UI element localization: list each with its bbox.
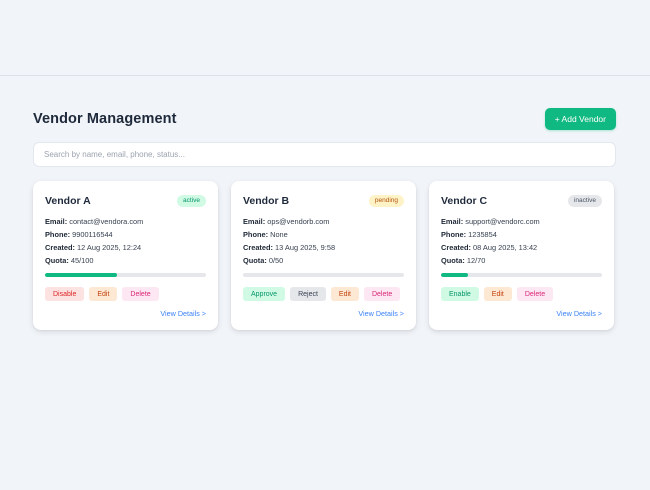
created-row: Created: 13 Aug 2025, 9:58 — [243, 241, 404, 254]
quota-progress-fill — [441, 273, 469, 277]
edit-button[interactable]: Edit — [483, 287, 512, 301]
vendor-info: Email: support@vendorc.com Phone: 123585… — [441, 215, 602, 267]
phone-row: Phone: 1235854 — [441, 228, 602, 241]
created-label: Created: — [243, 243, 273, 252]
disable-button[interactable]: Disable — [45, 287, 85, 301]
created-value: 08 Aug 2025, 13:42 — [473, 243, 538, 252]
quota-value: 12/70 — [466, 256, 486, 265]
quota-row: Quota: 12/70 — [441, 254, 602, 267]
vendor-card-header: Vendor C inactive — [441, 194, 602, 208]
vendor-card-list: Vendor A active Email: contact@vendora.c… — [33, 181, 616, 330]
quota-row: Quota: 45/100 — [45, 254, 206, 267]
add-vendor-button[interactable]: + Add Vendor — [544, 108, 616, 130]
quota-label: Quota: — [45, 256, 69, 265]
phone-label: Phone: — [45, 230, 71, 239]
quota-progress-bar — [441, 273, 602, 277]
edit-button[interactable]: Edit — [330, 287, 359, 301]
created-label: Created: — [45, 243, 75, 252]
status-badge: pending — [368, 195, 404, 207]
email-label: Email: — [441, 217, 464, 226]
phone-row: Phone: None — [243, 228, 404, 241]
created-value: 12 Aug 2025, 12:24 — [77, 243, 142, 252]
status-badge: active — [177, 195, 206, 207]
quota-row: Quota: 0/50 — [243, 254, 404, 267]
vendor-card: Vendor A active Email: contact@vendora.c… — [33, 181, 218, 330]
email-row: Email: ops@vendorb.com — [243, 215, 404, 228]
created-row: Created: 12 Aug 2025, 12:24 — [45, 241, 206, 254]
delete-button[interactable]: Delete — [516, 287, 554, 301]
page-header: Vendor Management + Add Vendor — [33, 108, 616, 130]
email-row: Email: support@vendorc.com — [441, 215, 602, 228]
email-label: Email: — [45, 217, 68, 226]
quota-progress-bar — [45, 273, 206, 277]
reject-button[interactable]: Reject — [290, 287, 326, 301]
phone-value: 9900116544 — [72, 230, 113, 239]
created-row: Created: 08 Aug 2025, 13:42 — [441, 241, 602, 254]
page-title: Vendor Management — [33, 111, 177, 127]
vendor-name: Vendor A — [45, 195, 91, 207]
vendor-info: Email: ops@vendorb.com Phone: None Creat… — [243, 215, 404, 267]
view-details-link[interactable]: View Details > — [556, 309, 602, 318]
quota-value: 0/50 — [268, 256, 284, 265]
email-value: contact@vendora.com — [69, 217, 144, 226]
vendor-card: Vendor C inactive Email: support@vendorc… — [429, 181, 614, 330]
email-value: ops@vendorb.com — [267, 217, 330, 226]
enable-button[interactable]: Enable — [441, 287, 479, 301]
quota-value: 45/100 — [70, 256, 94, 265]
phone-label: Phone: — [441, 230, 467, 239]
phone-label: Phone: — [243, 230, 269, 239]
delete-button[interactable]: Delete — [363, 287, 401, 301]
phone-row: Phone: 9900116544 — [45, 228, 206, 241]
top-bar — [0, 0, 650, 76]
quota-progress-fill — [45, 273, 118, 277]
vendor-actions: Approve Reject Edit Delete — [243, 287, 404, 301]
vendor-name: Vendor B — [243, 195, 290, 207]
email-value: support@vendorc.com — [465, 217, 540, 226]
status-badge: inactive — [567, 195, 602, 207]
approve-button[interactable]: Approve — [243, 287, 286, 301]
created-label: Created: — [441, 243, 471, 252]
delete-button[interactable]: Delete — [122, 287, 159, 301]
quota-label: Quota: — [243, 256, 267, 265]
vendor-name: Vendor C — [441, 195, 488, 207]
quota-label: Quota: — [441, 256, 465, 265]
email-row: Email: contact@vendora.com — [45, 215, 206, 228]
edit-button[interactable]: Edit — [89, 287, 118, 301]
view-details-link[interactable]: View Details > — [358, 309, 404, 318]
vendor-card: Vendor B pending Email: ops@vendorb.com … — [231, 181, 416, 330]
created-value: 13 Aug 2025, 9:58 — [275, 243, 336, 252]
search-input[interactable] — [33, 142, 616, 167]
vendor-info: Email: contact@vendora.com Phone: 990011… — [45, 215, 206, 267]
phone-value: None — [270, 230, 288, 239]
vendor-card-header: Vendor A active — [45, 194, 206, 208]
vendor-actions: Disable Edit Delete — [45, 287, 206, 301]
vendor-card-header: Vendor B pending — [243, 194, 404, 208]
quota-progress-bar — [243, 273, 404, 277]
view-details-link[interactable]: View Details > — [160, 309, 206, 318]
email-label: Email: — [243, 217, 266, 226]
vendor-actions: Enable Edit Delete — [441, 287, 602, 301]
phone-value: 1235854 — [468, 230, 497, 239]
